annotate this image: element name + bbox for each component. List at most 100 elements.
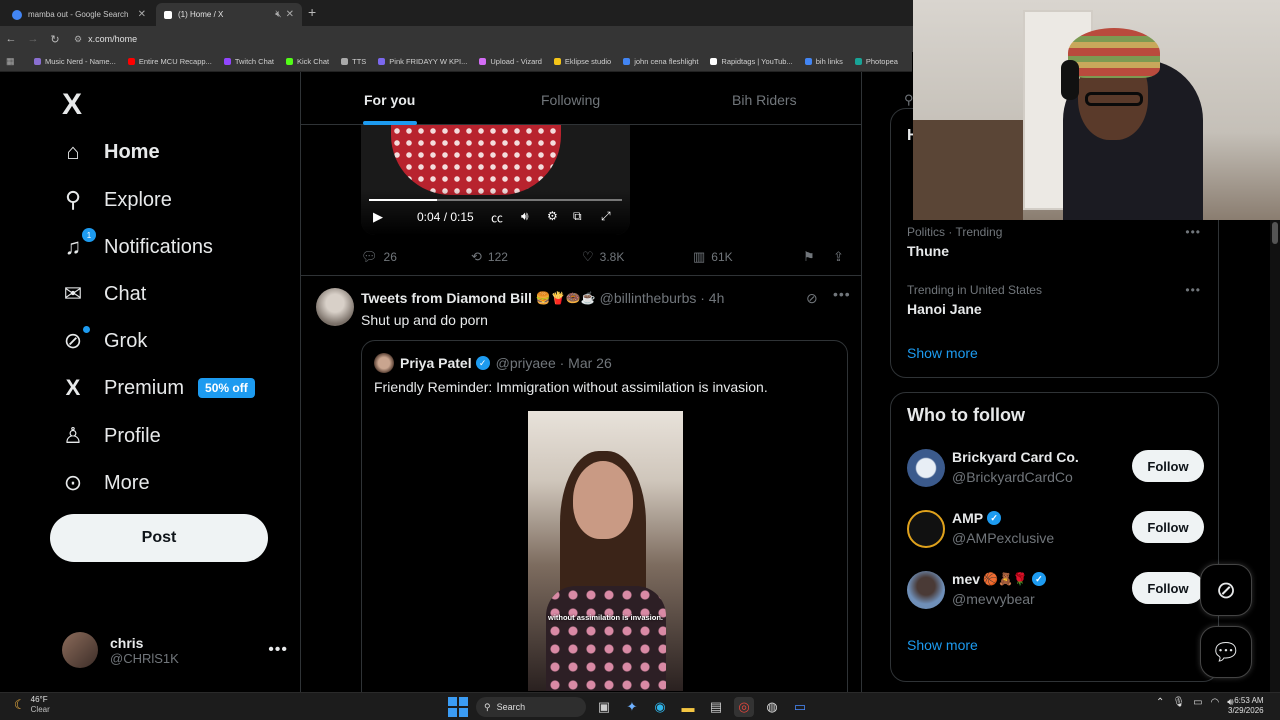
follow-suggestion[interactable]: Brickyard Card Co. @BrickyardCardCo Foll…	[907, 449, 1207, 489]
post-button[interactable]: Post	[50, 514, 268, 562]
system-clock[interactable]: 6:53 AM 3/29/2026	[1228, 696, 1264, 717]
apps-grid-icon[interactable]: ▦	[6, 56, 34, 67]
bookmark-icon[interactable]: ⚑	[803, 249, 815, 265]
nav-premium[interactable]: X Premium 50% off	[60, 368, 255, 408]
home-icon: ⌂	[66, 139, 80, 164]
follow-button[interactable]: Follow	[1132, 572, 1204, 604]
play-icon[interactable]: ▶	[373, 209, 383, 225]
site-settings-icon[interactable]: ⚙	[74, 34, 82, 45]
new-tab-button[interactable]: +	[308, 4, 316, 20]
avatar[interactable]	[316, 288, 354, 326]
obs-icon[interactable]: ◍	[762, 697, 782, 717]
nav-chat[interactable]: ✉ Chat	[60, 274, 146, 314]
ellipsis-icon[interactable]: •••	[833, 286, 851, 302]
tab-following[interactable]: Following	[541, 92, 600, 108]
close-tab-icon[interactable]: ✕	[286, 9, 294, 20]
task-view-icon[interactable]: ▣	[594, 697, 614, 717]
follow-suggestion[interactable]: AMP ✓ @AMPexclusive Follow	[907, 510, 1207, 550]
bookmark-item[interactable]: Eklipse studio	[553, 57, 611, 66]
windows-start-icon[interactable]	[448, 697, 468, 717]
settings-gear-icon[interactable]: ⚙	[547, 209, 558, 223]
nav-profile-label: Profile	[104, 424, 161, 447]
tab-for-you[interactable]: For you	[364, 92, 415, 108]
captions-icon[interactable]: ㏄	[491, 209, 503, 226]
trend-item[interactable]: Trending in United States Hanoi Jane •••	[907, 283, 1207, 317]
weather-widget[interactable]: ☾ 46°F Clear	[14, 695, 50, 714]
taskbar-search[interactable]: ⚲ Search	[476, 697, 586, 717]
trend-item[interactable]: Politics · Trending Thune •••	[907, 225, 1207, 259]
suggestion-name: Brickyard Card Co.	[952, 449, 1079, 465]
bookmark-item[interactable]: Upload - Vizard	[479, 57, 542, 66]
follow-suggestion[interactable]: mev 🏀🧸🌹 ✓ @mevvybear Follow	[907, 571, 1207, 611]
bookmark-item[interactable]: Photopea	[854, 57, 898, 66]
wifi-icon[interactable]: ◠	[1211, 697, 1220, 708]
x-logo-icon[interactable]: X	[62, 88, 82, 122]
bookmark-item[interactable]: bih links	[804, 57, 843, 66]
nav-home[interactable]: ⌂ Home	[60, 132, 159, 172]
quote-text: Friendly Reminder: Immigration without a…	[374, 379, 768, 395]
share-icon[interactable]: ⇪	[833, 249, 844, 265]
bookmark-item[interactable]: Rapidtags | YouTub...	[710, 57, 793, 66]
nav-grok[interactable]: ⊘ Grok	[60, 321, 147, 361]
copilot-icon[interactable]: ✦	[622, 697, 642, 717]
views-button[interactable]: ▥ 61K	[693, 249, 733, 265]
mute-tab-icon[interactable]: 🔇︎	[275, 9, 281, 20]
edge-browser-icon[interactable]: ◉	[650, 697, 670, 717]
forward-button[interactable]: →	[22, 33, 44, 45]
chat-bubble-icon[interactable]: 💬︎	[1200, 626, 1252, 678]
quoted-tweet[interactable]: Priya Patel ✓ @priyaee · Mar 26 Friendly…	[361, 340, 848, 692]
url-field[interactable]: ⚙ x.com/home	[74, 34, 137, 45]
bookmark-label: Upload - Vizard	[490, 57, 542, 66]
reply-button[interactable]: 💬︎ 26	[361, 249, 397, 265]
show-more-trends-link[interactable]: Show more	[907, 345, 978, 361]
video-progress-bar[interactable]	[369, 199, 622, 201]
video-player[interactable]: ▶ 0:04 / 0:15 ㏄ 🔊︎ ⚙ ⧉ ⤢	[361, 125, 630, 235]
verified-badge-icon: ✓	[1031, 572, 1046, 586]
display-icon[interactable]: ▭	[1193, 697, 1202, 708]
bookmark-item[interactable]: Music Nerd - Name...	[34, 57, 116, 66]
ellipsis-icon[interactable]: •••	[268, 641, 288, 659]
bookmark-item[interactable]: john cena fleshlight	[623, 57, 698, 66]
left-navigation: X ⌂ Home ⚲ Explore ♫ 1 Notifications ✉ Ch…	[0, 72, 300, 692]
quote-video-thumbnail[interactable]: without assimilation is invasion.	[528, 411, 683, 691]
file-explorer-icon[interactable]: ▬	[678, 697, 698, 717]
bookmark-item[interactable]: Kick Chat	[286, 57, 329, 66]
microphone-icon[interactable]: 🎙︎	[1172, 697, 1185, 708]
reload-button[interactable]: ↻	[44, 33, 66, 46]
ellipsis-icon[interactable]: •••	[1185, 283, 1201, 297]
fullscreen-icon[interactable]: ⤢	[601, 209, 611, 224]
bookmark-item[interactable]: TTS	[341, 57, 366, 66]
premium-discount-badge: 50% off	[198, 378, 255, 398]
repost-button[interactable]: ⟲ 122	[471, 249, 508, 265]
tweet-author-handle[interactable]: @billintheburbs · 4h	[600, 290, 725, 306]
picture-in-picture-icon[interactable]: ⧉	[573, 209, 582, 224]
show-more-follow-link[interactable]: Show more	[907, 637, 978, 653]
nav-profile[interactable]: ♙ Profile	[60, 416, 161, 456]
back-button[interactable]: ←	[0, 33, 22, 45]
chevron-up-icon[interactable]: ⌃	[1156, 697, 1164, 708]
bookmark-item[interactable]: Twitch Chat	[223, 57, 274, 66]
tab-bih-riders[interactable]: Bih Riders	[732, 92, 797, 108]
bookmark-item[interactable]: Pink FRIDAYY W KPI...	[378, 57, 467, 66]
follow-button[interactable]: Follow	[1132, 450, 1204, 482]
scrollbar-thumb[interactable]	[1272, 222, 1278, 244]
follow-button[interactable]: Follow	[1132, 511, 1204, 543]
close-tab-icon[interactable]: ✕	[138, 9, 146, 20]
browser-tab-x[interactable]: (1) Home / X 🔇︎ ✕	[156, 3, 302, 26]
account-switcher[interactable]: chris @CHRlS1K •••	[62, 630, 288, 670]
like-button[interactable]: ♡ 3.8K	[582, 249, 624, 265]
nav-more[interactable]: ⊙ More	[60, 463, 150, 503]
repost-icon: ⟲	[471, 249, 482, 264]
browser-tab-google[interactable]: mamba out - Google Search ✕	[4, 3, 154, 26]
chrome-icon[interactable]: ◎	[734, 697, 754, 717]
app-icon[interactable]: ▭	[790, 697, 810, 717]
nav-notifications[interactable]: ♫ 1 Notifications	[60, 227, 213, 267]
ellipsis-icon[interactable]: •••	[1185, 225, 1201, 239]
grok-float-icon[interactable]: ⊘	[1200, 564, 1252, 616]
bookmark-item[interactable]: Entire MCU Recapp...	[127, 57, 212, 66]
store-icon[interactable]: ▤	[706, 697, 726, 717]
nav-explore[interactable]: ⚲ Explore	[60, 180, 172, 220]
volume-icon[interactable]: 🔊︎	[521, 209, 529, 224]
tweet-author-name[interactable]: Tweets from Diamond Bill	[361, 290, 532, 306]
grok-icon[interactable]: ⊘	[806, 290, 818, 307]
